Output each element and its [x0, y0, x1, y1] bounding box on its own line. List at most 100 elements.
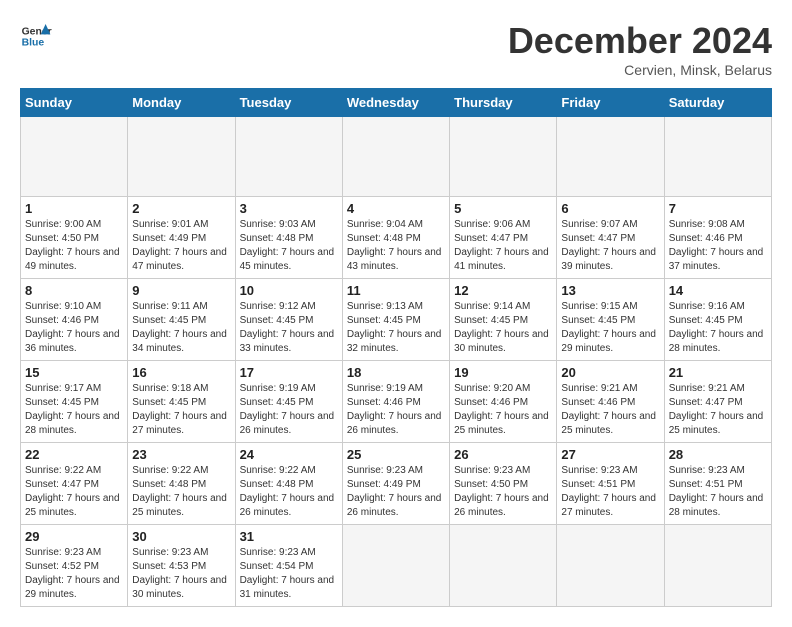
calendar-table: SundayMondayTuesdayWednesdayThursdayFrid… [20, 88, 772, 607]
day-info: Sunrise: 9:23 AM Sunset: 4:51 PM Dayligh… [561, 464, 659, 520]
day-info: Sunrise: 9:23 AM Sunset: 4:49 PM Dayligh… [347, 464, 445, 520]
day-info: Sunrise: 9:20 AM Sunset: 4:46 PM Dayligh… [454, 382, 552, 438]
day-info: Sunrise: 9:21 AM Sunset: 4:46 PM Dayligh… [561, 382, 659, 438]
day-number: 1 [25, 201, 123, 216]
day-info: Sunrise: 9:23 AM Sunset: 4:53 PM Dayligh… [132, 546, 230, 602]
day-number: 4 [347, 201, 445, 216]
calendar-day-10: 10 Sunrise: 9:12 AM Sunset: 4:45 PM Dayli… [235, 279, 342, 361]
day-info: Sunrise: 9:21 AM Sunset: 4:47 PM Dayligh… [669, 382, 767, 438]
day-number: 8 [25, 283, 123, 298]
calendar-day-20: 20Sunrise: 9:21 AM Sunset: 4:46 PM Dayli… [557, 361, 664, 443]
day-info: Sunrise: 9:22 AM Sunset: 4:48 PM Dayligh… [132, 464, 230, 520]
day-info: Sunrise: 9:03 AM Sunset: 4:48 PM Dayligh… [240, 218, 338, 274]
day-info: Sunrise: 9:01 AM Sunset: 4:49 PM Dayligh… [132, 218, 230, 274]
calendar-day-21: 21 Sunrise: 9:21 AM Sunset: 4:47 PM Dayli… [664, 361, 771, 443]
svg-text:Blue: Blue [22, 38, 45, 49]
calendar-day-17: 17Sunrise: 9:19 AM Sunset: 4:45 PM Dayli… [235, 361, 342, 443]
day-info: Sunrise: 9:11 AM Sunset: 4:45 PM Dayligh… [132, 300, 230, 356]
day-info: Sunrise: 9:18 AM Sunset: 4:45 PM Dayligh… [132, 382, 230, 438]
day-info: Sunrise: 9:00 AM Sunset: 4:50 PM Dayligh… [25, 218, 123, 274]
calendar-day-3: 3Sunrise: 9:03 AM Sunset: 4:48 PM Daylig… [235, 197, 342, 279]
day-number: 19 [454, 365, 552, 380]
day-number: 11 [347, 283, 445, 298]
day-number: 21 [669, 365, 767, 380]
day-number: 9 [132, 283, 230, 298]
calendar-week-3: 15Sunrise: 9:17 AM Sunset: 4:45 PM Dayli… [21, 361, 772, 443]
day-info: Sunrise: 9:17 AM Sunset: 4:45 PM Dayligh… [25, 382, 123, 438]
day-number: 24 [240, 447, 338, 462]
calendar-day-11: 11 Sunrise: 9:13 AM Sunset: 4:45 PM Dayli… [342, 279, 449, 361]
header: General Blue December 2024 Cervien, Mins… [20, 20, 772, 78]
day-info: Sunrise: 9:23 AM Sunset: 4:50 PM Dayligh… [454, 464, 552, 520]
weekday-header-monday: Monday [128, 89, 235, 117]
calendar-empty [235, 117, 342, 197]
weekday-header-thursday: Thursday [450, 89, 557, 117]
day-number: 6 [561, 201, 659, 216]
month-title: December 2024 [508, 20, 772, 62]
calendar-day-1: 1 Sunrise: 9:00 AM Sunset: 4:50 PM Daylig… [21, 197, 128, 279]
calendar-week-0 [21, 117, 772, 197]
day-info: Sunrise: 9:06 AM Sunset: 4:47 PM Dayligh… [454, 218, 552, 274]
day-info: Sunrise: 9:08 AM Sunset: 4:46 PM Dayligh… [669, 218, 767, 274]
calendar-day-30: 30 Sunrise: 9:23 AM Sunset: 4:53 PM Dayli… [128, 525, 235, 607]
day-info: Sunrise: 9:23 AM Sunset: 4:51 PM Dayligh… [669, 464, 767, 520]
day-info: Sunrise: 9:14 AM Sunset: 4:45 PM Dayligh… [454, 300, 552, 356]
calendar-day-24: 24Sunrise: 9:22 AM Sunset: 4:48 PM Dayli… [235, 443, 342, 525]
calendar-day-5: 5 Sunrise: 9:06 AM Sunset: 4:47 PM Daylig… [450, 197, 557, 279]
calendar-week-4: 22 Sunrise: 9:22 AM Sunset: 4:47 PM Dayli… [21, 443, 772, 525]
day-info: Sunrise: 9:19 AM Sunset: 4:46 PM Dayligh… [347, 382, 445, 438]
calendar-day-2: 2 Sunrise: 9:01 AM Sunset: 4:49 PM Daylig… [128, 197, 235, 279]
calendar-body: 1 Sunrise: 9:00 AM Sunset: 4:50 PM Daylig… [21, 117, 772, 607]
location: Cervien, Minsk, Belarus [508, 62, 772, 78]
calendar-day-25: 25 Sunrise: 9:23 AM Sunset: 4:49 PM Dayli… [342, 443, 449, 525]
calendar-day-16: 16Sunrise: 9:18 AM Sunset: 4:45 PM Dayli… [128, 361, 235, 443]
day-number: 31 [240, 529, 338, 544]
calendar-day-13: 13Sunrise: 9:15 AM Sunset: 4:45 PM Dayli… [557, 279, 664, 361]
day-number: 29 [25, 529, 123, 544]
calendar-empty [664, 117, 771, 197]
weekday-header-tuesday: Tuesday [235, 89, 342, 117]
day-info: Sunrise: 9:04 AM Sunset: 4:48 PM Dayligh… [347, 218, 445, 274]
calendar-empty [128, 117, 235, 197]
day-number: 22 [25, 447, 123, 462]
calendar-day-12: 12 Sunrise: 9:14 AM Sunset: 4:45 PM Dayli… [450, 279, 557, 361]
calendar-day-28: 28 Sunrise: 9:23 AM Sunset: 4:51 PM Dayli… [664, 443, 771, 525]
day-number: 17 [240, 365, 338, 380]
calendar-day-9: 9 Sunrise: 9:11 AM Sunset: 4:45 PM Daylig… [128, 279, 235, 361]
calendar-day-8: 8 Sunrise: 9:10 AM Sunset: 4:46 PM Daylig… [21, 279, 128, 361]
day-number: 30 [132, 529, 230, 544]
calendar-day-14: 14Sunrise: 9:16 AM Sunset: 4:45 PM Dayli… [664, 279, 771, 361]
logo: General Blue [20, 20, 52, 52]
weekday-header-row: SundayMondayTuesdayWednesdayThursdayFrid… [21, 89, 772, 117]
calendar-week-1: 1 Sunrise: 9:00 AM Sunset: 4:50 PM Daylig… [21, 197, 772, 279]
day-info: Sunrise: 9:22 AM Sunset: 4:47 PM Dayligh… [25, 464, 123, 520]
day-number: 10 [240, 283, 338, 298]
calendar-week-5: 29Sunrise: 9:23 AM Sunset: 4:52 PM Dayli… [21, 525, 772, 607]
day-number: 23 [132, 447, 230, 462]
day-info: Sunrise: 9:07 AM Sunset: 4:47 PM Dayligh… [561, 218, 659, 274]
day-info: Sunrise: 9:13 AM Sunset: 4:45 PM Dayligh… [347, 300, 445, 356]
day-info: Sunrise: 9:12 AM Sunset: 4:45 PM Dayligh… [240, 300, 338, 356]
day-number: 12 [454, 283, 552, 298]
calendar-day-26: 26 Sunrise: 9:23 AM Sunset: 4:50 PM Dayli… [450, 443, 557, 525]
title-area: December 2024 Cervien, Minsk, Belarus [508, 20, 772, 78]
weekday-header-sunday: Sunday [21, 89, 128, 117]
day-info: Sunrise: 9:15 AM Sunset: 4:45 PM Dayligh… [561, 300, 659, 356]
day-number: 7 [669, 201, 767, 216]
day-number: 18 [347, 365, 445, 380]
calendar-day-19: 19 Sunrise: 9:20 AM Sunset: 4:46 PM Dayli… [450, 361, 557, 443]
day-number: 28 [669, 447, 767, 462]
day-number: 5 [454, 201, 552, 216]
calendar-empty [342, 525, 449, 607]
weekday-header-friday: Friday [557, 89, 664, 117]
calendar-day-15: 15Sunrise: 9:17 AM Sunset: 4:45 PM Dayli… [21, 361, 128, 443]
weekday-header-wednesday: Wednesday [342, 89, 449, 117]
calendar-empty [557, 525, 664, 607]
day-info: Sunrise: 9:10 AM Sunset: 4:46 PM Dayligh… [25, 300, 123, 356]
calendar-day-18: 18 Sunrise: 9:19 AM Sunset: 4:46 PM Dayli… [342, 361, 449, 443]
day-number: 2 [132, 201, 230, 216]
day-number: 14 [669, 283, 767, 298]
day-number: 26 [454, 447, 552, 462]
calendar-empty [557, 117, 664, 197]
day-number: 25 [347, 447, 445, 462]
